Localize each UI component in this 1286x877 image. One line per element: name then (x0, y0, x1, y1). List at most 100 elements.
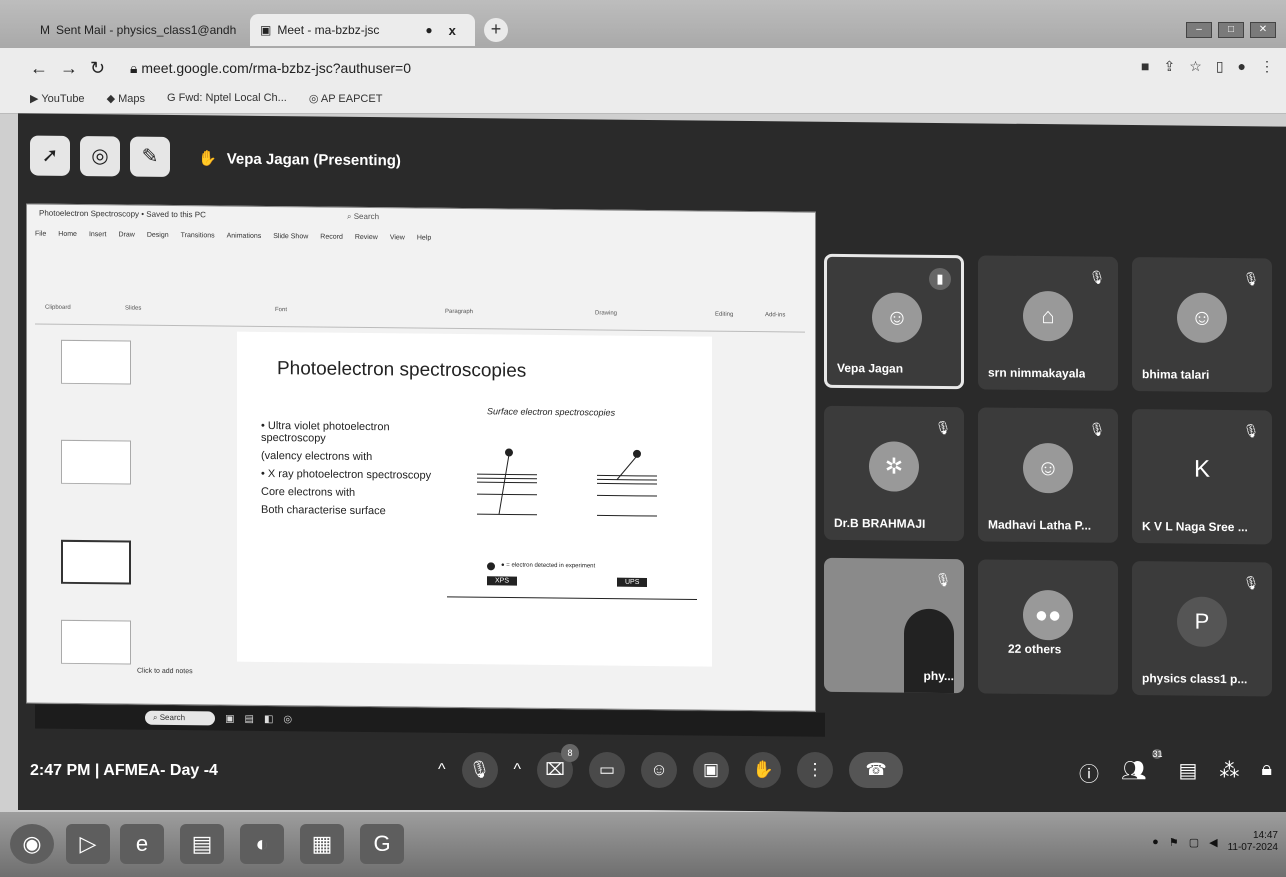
avatar-letter: P (1177, 596, 1227, 648)
more-options-button[interactable]: ⋮ (797, 752, 834, 788)
pointer-icon[interactable]: ➚ (30, 135, 70, 176)
menu-review[interactable]: Review (355, 234, 378, 241)
participant-tile-video[interactable]: 🎙︎ phy... (824, 557, 964, 694)
file-explorer-icon[interactable]: ▤ (180, 824, 224, 864)
shared-taskbar-search[interactable]: ⌕ Search (145, 710, 216, 726)
menu-animations[interactable]: Animations (227, 233, 262, 240)
participant-tile-madhavi-latha[interactable]: 🎙︎ ☺ Madhavi Latha P... (978, 407, 1118, 543)
taskbar-app-icon[interactable]: ◎ (283, 714, 292, 725)
bookmark-apeapcet[interactable]: ◎ AP EAPCET (309, 92, 383, 109)
menu-transitions[interactable]: Transitions (181, 232, 215, 239)
host-controls-icon[interactable]: 🔒︎ (1261, 758, 1272, 787)
minimize-icon[interactable]: – (1186, 22, 1212, 38)
present-button[interactable]: ▣ (693, 752, 730, 788)
mic-off-icon: 🎙︎ (1242, 575, 1260, 591)
share-icon[interactable]: ⇪ (1164, 58, 1176, 75)
network-icon[interactable]: ▢ (1189, 836, 1199, 849)
participant-tile-naga-sree[interactable]: 🎙︎ K K V L Naga Sree ... (1132, 409, 1272, 545)
new-tab-button[interactable]: + (484, 18, 508, 42)
ups-tag: UPS (617, 577, 648, 587)
windows-taskbar: ◉ ▷ e ▤ ◐ ▦ G ● ⚑ ▢ ◀ 14:47 11-07-2024 (0, 812, 1286, 877)
url-field[interactable]: 🔒︎ meet.google.com/rma-bzbz-jsc?authuser… (118, 56, 1078, 80)
participant-tile-brahmaji[interactable]: 🎙︎ ✲ Dr.B BRAHMAJI (824, 405, 964, 542)
participant-tile-srn-nimmakayala[interactable]: 🎙︎ ⌂ srn nimmakayala (978, 255, 1118, 391)
mic-toggle-button[interactable]: 🎙︎ (461, 752, 498, 788)
bookmark-maps[interactable]: ◆ Maps (107, 92, 145, 109)
bullet-item: Core electrons with (261, 485, 356, 499)
activities-icon[interactable]: ⁂ (1219, 758, 1239, 787)
energy-diagram-svg (447, 448, 697, 600)
profile-avatar[interactable]: ● (1238, 58, 1246, 75)
info-icon[interactable]: ⓘ (1079, 758, 1099, 787)
reload-icon[interactable]: ↻ (90, 58, 105, 79)
notes-placeholder[interactable]: Click to add notes (137, 668, 193, 676)
taskbar-app-icon[interactable]: ▤ (245, 713, 254, 724)
bookmark-nptel[interactable]: G Fwd: Nptel Local Ch... (167, 92, 287, 109)
mic-options-icon[interactable]: ^ (438, 761, 446, 779)
annotate-icon[interactable]: ✎ (130, 136, 170, 177)
participant-tile-physics-class1[interactable]: 🎙︎ P physics class1 p... (1132, 561, 1272, 697)
forward-icon[interactable]: → (60, 58, 78, 79)
participant-tile-bhima-talari[interactable]: 🎙︎ ☺ bhima talari (1132, 257, 1272, 393)
bullet-item: Both characterise surface (261, 503, 386, 518)
slide-thumbnail[interactable] (61, 439, 131, 485)
circle-icon[interactable]: ◎ (80, 136, 120, 177)
tab-gmail[interactable]: M Sent Mail - physics_class1@andh x (30, 14, 270, 46)
slide-thumbnail-selected[interactable] (61, 539, 131, 585)
meet-stage: ➚ ◎ ✎ ✋ Vepa Jagan (Presenting) Photoele… (18, 113, 1286, 817)
avatar: ☺ (1177, 292, 1227, 344)
ppt-menu-bar: File Home Insert Draw Design Transitions… (35, 231, 431, 242)
taskbar-app-icon[interactable]: ◧ (264, 713, 273, 724)
people-icon[interactable]: 👥︎31 (1121, 749, 1163, 787)
flag-icon[interactable]: ⚑ (1169, 836, 1179, 849)
raise-hand-button[interactable]: ✋ (745, 752, 782, 788)
app-icon[interactable]: G (360, 824, 404, 864)
menu-help[interactable]: Help (417, 235, 431, 242)
sidepanel-icon[interactable]: ▯ (1216, 58, 1224, 75)
energy-level-diagram: ● = electron detected in experiment XPS … (447, 434, 707, 627)
taskbar-app-icon[interactable]: ▣ (225, 713, 234, 724)
slide-thumbnail[interactable] (61, 619, 131, 665)
participant-tile-vepa-jagan[interactable]: ▮ ☺ Vepa Jagan (824, 253, 964, 390)
system-clock[interactable]: 14:47 11-07-2024 (1228, 830, 1278, 854)
camera-icon[interactable]: ■ (1141, 58, 1149, 75)
menu-record[interactable]: Record (320, 234, 343, 241)
slide-thumbnail[interactable] (61, 339, 131, 385)
lock-icon: 🔒︎ (130, 60, 142, 76)
back-icon[interactable]: ← (30, 58, 48, 79)
menu-design[interactable]: Design (147, 232, 169, 239)
tab-meet[interactable]: ▣ Meet - ma-bzbz-jsc ● x (250, 14, 475, 46)
menu-insert[interactable]: Insert (89, 231, 107, 238)
close-tab-icon[interactable]: x (449, 23, 456, 38)
menu-view[interactable]: View (390, 234, 405, 241)
captions-button[interactable]: ▭ (589, 752, 626, 788)
menu-kebab-icon[interactable]: ⋮ (1260, 58, 1274, 75)
chat-icon[interactable]: ▤ (1178, 758, 1197, 787)
close-window-icon[interactable]: ✕ (1250, 22, 1276, 38)
participant-name: bhima talari (1142, 367, 1210, 382)
menu-slideshow[interactable]: Slide Show (273, 233, 308, 240)
menu-draw[interactable]: Draw (118, 231, 134, 238)
media-player-icon[interactable]: ▷ (66, 824, 110, 864)
bookmarks-bar: ▶ YouTube ◆ Maps G Fwd: Nptel Local Ch..… (0, 88, 1286, 114)
mic-off-icon: 🎙︎ (1088, 421, 1106, 437)
emoji-button[interactable]: ☺ (641, 752, 678, 788)
volume-icon[interactable]: ◀ (1209, 836, 1217, 849)
camera-toggle-button[interactable]: ⌧ 8 (537, 744, 580, 788)
tray-icon[interactable]: ● (1152, 836, 1159, 848)
ie-icon[interactable]: e (120, 824, 164, 864)
bookmark-youtube[interactable]: ▶ YouTube (30, 92, 85, 109)
participant-name: K V L Naga Sree ... (1142, 519, 1248, 535)
camera-options-icon[interactable]: ^ (514, 761, 522, 779)
ppt-search[interactable]: ⌕ Search (347, 212, 379, 222)
chrome-icon[interactable]: ◐ (240, 824, 284, 864)
notepad-icon[interactable]: ▦ (300, 824, 344, 864)
leave-call-button[interactable]: ☎ (849, 752, 904, 788)
star-icon[interactable]: ☆ (1189, 58, 1202, 75)
start-icon[interactable]: ◉ (10, 824, 54, 864)
maximize-icon[interactable]: □ (1218, 22, 1244, 38)
menu-file[interactable]: File (35, 231, 46, 238)
meet-icon: ▣ (260, 23, 272, 37)
menu-home[interactable]: Home (58, 231, 77, 238)
participant-tile-others[interactable]: ●● 22 others (978, 559, 1118, 695)
